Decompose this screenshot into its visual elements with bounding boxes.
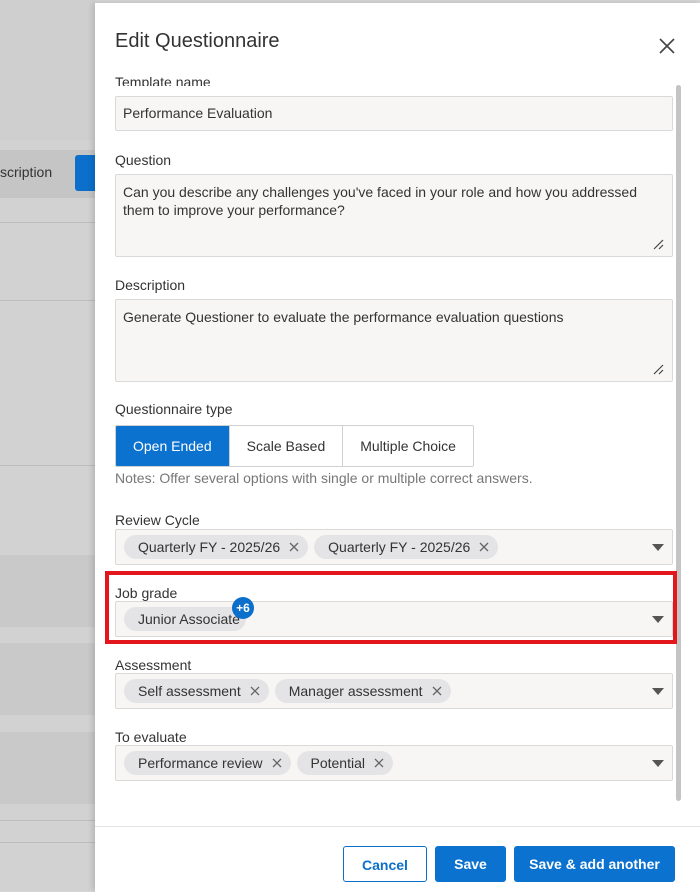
assessment-label: Assessment: [115, 657, 192, 673]
background-button[interactable]: [75, 155, 95, 191]
review-cycle-chip: Quarterly FY - 2025/26: [314, 535, 499, 559]
background-row: [0, 555, 95, 627]
background-row: [0, 732, 95, 804]
remove-chip-icon[interactable]: [478, 541, 490, 553]
background-divider: [0, 820, 95, 821]
description-label: Description: [115, 277, 186, 293]
background-column-label: scription: [0, 164, 53, 180]
background-page: scription: [0, 0, 95, 891]
type-option-scale-based[interactable]: Scale Based: [229, 426, 344, 466]
template-name-input[interactable]: Performance Evaluation: [115, 96, 673, 131]
to-evaluate-label: To evaluate: [115, 729, 187, 745]
question-text: Can you describe any challenges you've f…: [123, 184, 637, 218]
resize-handle-icon[interactable]: [652, 238, 664, 250]
background-divider: [0, 222, 95, 223]
remove-chip-icon[interactable]: [373, 757, 385, 769]
background-divider: [0, 465, 95, 466]
edit-questionnaire-dialog: Edit Questionnaire Template name Perform…: [95, 3, 700, 892]
chip-label: Performance review: [138, 755, 263, 771]
to-evaluate-chip: Potential: [296, 751, 393, 775]
chip-label: Quarterly FY - 2025/26: [328, 539, 471, 555]
questionnaire-type-toggle: Open Ended Scale Based Multiple Choice: [115, 425, 474, 467]
question-textarea[interactable]: Can you describe any challenges you've f…: [115, 174, 673, 257]
review-cycle-chip: Quarterly FY - 2025/26: [124, 535, 309, 559]
save-and-add-another-button[interactable]: Save & add another: [514, 846, 675, 882]
background-divider: [0, 842, 95, 843]
background-divider: [0, 300, 95, 301]
chip-label: Self assessment: [138, 683, 241, 699]
assessment-chip: Manager assessment: [274, 679, 451, 703]
to-evaluate-chip: Performance review: [124, 751, 291, 775]
type-option-open-ended[interactable]: Open Ended: [116, 426, 230, 466]
dialog-title: Edit Questionnaire: [115, 30, 280, 52]
question-label: Question: [115, 152, 172, 168]
close-icon[interactable]: [655, 34, 679, 58]
save-button[interactable]: Save: [435, 846, 506, 882]
type-option-multiple-choice[interactable]: Multiple Choice: [343, 426, 473, 466]
assessment-select[interactable]: Self assessment Manager assessment: [115, 673, 673, 709]
chevron-down-icon[interactable]: [652, 760, 664, 767]
assessment-chip: Self assessment: [124, 679, 269, 703]
chip-label: Manager assessment: [288, 683, 423, 699]
chip-label: Quarterly FY - 2025/26: [138, 539, 281, 555]
questionnaire-type-label: Questionnaire type: [115, 401, 233, 417]
remove-chip-icon[interactable]: [249, 685, 261, 697]
resize-handle-icon[interactable]: [652, 363, 664, 375]
scrollbar[interactable]: [676, 85, 681, 801]
chip-label: Potential: [310, 755, 365, 771]
description-textarea[interactable]: Generate Questioner to evaluate the perf…: [115, 299, 673, 382]
review-cycle-label: Review Cycle: [115, 512, 200, 528]
highlight-box: [105, 571, 677, 644]
remove-chip-icon[interactable]: [288, 541, 300, 553]
review-cycle-select[interactable]: Quarterly FY - 2025/26 Quarterly FY - 20…: [115, 529, 673, 565]
questionnaire-type-note: Notes: Offer several options with single…: [115, 470, 533, 486]
remove-chip-icon[interactable]: [271, 757, 283, 769]
chevron-down-icon[interactable]: [652, 688, 664, 695]
cancel-button[interactable]: Cancel: [343, 846, 427, 882]
to-evaluate-select[interactable]: Performance review Potential: [115, 745, 673, 781]
description-text: Generate Questioner to evaluate the perf…: [123, 309, 564, 325]
chevron-down-icon[interactable]: [652, 544, 664, 551]
dialog-footer: Cancel Save Save & add another: [95, 826, 700, 892]
remove-chip-icon[interactable]: [431, 685, 443, 697]
background-region: [0, 0, 95, 140]
template-name-label: Template name: [115, 74, 211, 86]
background-row: [0, 643, 95, 715]
